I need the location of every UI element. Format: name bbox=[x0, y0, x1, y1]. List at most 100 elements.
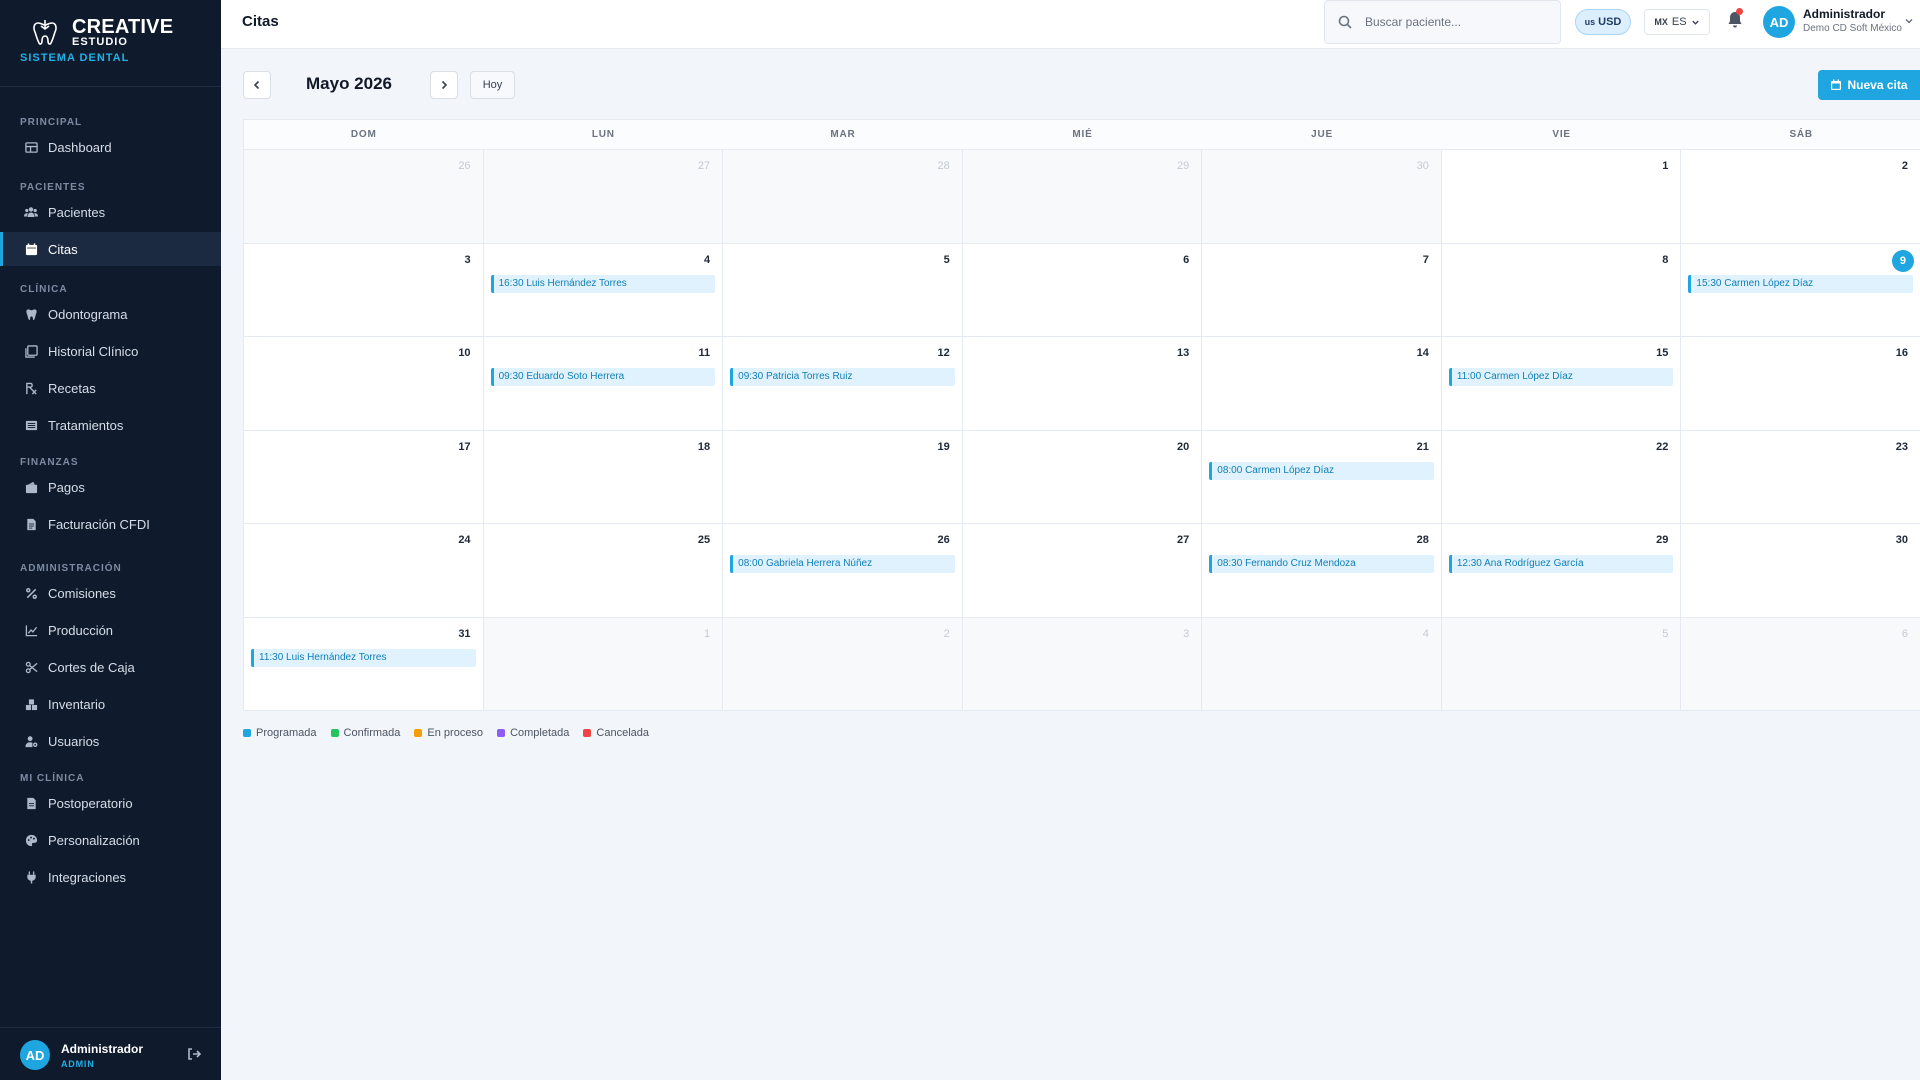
sidebar-footer: AD Administrador ADMIN bbox=[0, 1027, 221, 1080]
calendar-day-cell[interactable]: 29 bbox=[962, 150, 1203, 244]
appointment-event[interactable]: 11:00 Carmen López Díaz bbox=[1448, 368, 1674, 386]
header-user-name[interactable]: Administrador bbox=[1803, 7, 1885, 21]
sidebar-item-label: Odontograma bbox=[48, 306, 128, 322]
sidebar-item-pagos[interactable]: Pagos bbox=[0, 470, 221, 504]
calendar-day-cell[interactable]: 30 bbox=[1681, 524, 1920, 618]
appointment-event[interactable]: 08:00 Carmen López Díaz bbox=[1209, 461, 1434, 480]
sidebar-item-dashboard[interactable]: Dashboard bbox=[0, 130, 221, 164]
sidebar-item-integraciones[interactable]: Integraciones bbox=[0, 860, 221, 894]
calendar-day-cell[interactable]: 28 bbox=[723, 150, 963, 244]
sidebar-item-pacientes[interactable]: Pacientes bbox=[0, 195, 221, 229]
currency-toggle[interactable]: us USD bbox=[1575, 9, 1631, 35]
sidebar-item-producción[interactable]: Producción bbox=[0, 613, 221, 647]
avatar[interactable]: AD bbox=[20, 1040, 50, 1070]
calendar-day-cell[interactable]: 27 bbox=[483, 150, 724, 244]
calendar-day-cell[interactable]: 1 bbox=[1441, 150, 1682, 244]
calendar-day-cell[interactable]: 26 bbox=[244, 150, 484, 244]
users-icon bbox=[24, 205, 38, 219]
appointment-event[interactable]: 08:30 Fernando Cruz Mendoza bbox=[1209, 555, 1434, 573]
day-number: 6 bbox=[1183, 253, 1190, 266]
logout-icon[interactable] bbox=[186, 1046, 202, 1062]
user-menu-chevron-icon[interactable] bbox=[1904, 16, 1914, 26]
calendar-day-cell[interactable]: 18 bbox=[483, 430, 724, 524]
calendar-day-cell[interactable]: 10 bbox=[244, 337, 484, 431]
search-input[interactable] bbox=[1365, 12, 1545, 32]
calendar-day-cell[interactable]: 22 bbox=[1441, 430, 1682, 524]
prev-month-button[interactable] bbox=[243, 71, 271, 99]
calendar-day-cell[interactable]: 6 bbox=[1681, 617, 1920, 711]
calendar-day-cell[interactable]: 20 bbox=[962, 430, 1203, 524]
appointment-event[interactable]: 09:30 Patricia Torres Ruiz bbox=[730, 368, 955, 386]
calendar-day-cell[interactable]: 27 bbox=[962, 524, 1203, 618]
calendar-day-cell[interactable]: 14 bbox=[1202, 337, 1442, 431]
sidebar-item-label: Recetas bbox=[48, 380, 96, 396]
sidebar-item-postoperatorio[interactable]: Postoperatorio bbox=[0, 786, 221, 820]
day-number: 31 bbox=[458, 627, 471, 640]
currency-flag: us bbox=[1584, 17, 1596, 27]
day-number: 18 bbox=[697, 440, 711, 453]
calendar-day-cell[interactable]: 8 bbox=[1441, 243, 1682, 337]
calendar-day-cell[interactable]: 16 bbox=[1681, 337, 1920, 431]
nav-section-label: ADMINISTRACIÓN bbox=[20, 563, 122, 574]
calendar-day-cell[interactable]: 7 bbox=[1202, 243, 1442, 337]
today-day-number: 9 bbox=[1891, 249, 1914, 272]
calendar-day-cell[interactable]: 24 bbox=[244, 524, 484, 618]
calendar-day-cell[interactable]: 29 12:30 Ana Rodríguez García bbox=[1441, 524, 1682, 618]
calendar-day-cell[interactable]: 9 15:30 Carmen López Díaz bbox=[1681, 243, 1920, 337]
today-button[interactable]: Hoy bbox=[470, 71, 515, 99]
sidebar-item-comisiones[interactable]: Comisiones bbox=[0, 576, 221, 610]
day-number: 10 bbox=[458, 347, 471, 359]
sidebar-item-citas[interactable]: Citas bbox=[0, 232, 221, 266]
header-avatar[interactable]: AD bbox=[1763, 6, 1795, 38]
sidebar-item-usuarios[interactable]: Usuarios bbox=[0, 724, 221, 758]
notification-dot bbox=[1736, 8, 1743, 15]
sidebar-item-odontograma[interactable]: Odontograma bbox=[0, 297, 221, 331]
calendar-day-cell[interactable]: 31 11:30 Luis Hernández Torres bbox=[244, 617, 484, 711]
sidebar-item-label: Facturación CFDI bbox=[48, 516, 150, 532]
language-select[interactable]: MX ES bbox=[1644, 9, 1710, 35]
patient-search[interactable] bbox=[1324, 0, 1561, 44]
sidebar-item-recetas[interactable]: Recetas bbox=[0, 371, 221, 405]
appointment-event[interactable]: 15:30 Carmen López Díaz bbox=[1688, 274, 1913, 293]
calendar-day-cell[interactable]: 1 bbox=[483, 617, 724, 711]
appointment-event[interactable]: 11:30 Luis Hernández Torres bbox=[251, 648, 476, 667]
sidebar-item-inventario[interactable]: Inventario bbox=[0, 687, 221, 721]
calendar-day-cell[interactable]: 13 bbox=[962, 337, 1203, 431]
calendar-day-cell[interactable]: 26 08:00 Gabriela Herrera Núñez bbox=[723, 524, 963, 618]
calendar-day-cell[interactable]: 30 bbox=[1202, 150, 1442, 244]
calendar-day-cell[interactable]: 6 bbox=[962, 243, 1203, 337]
weekday-header: DOM LUN MAR MIÉ JUE VIE SÁB bbox=[244, 120, 1920, 150]
sidebar-item-personalización[interactable]: Personalización bbox=[0, 823, 221, 857]
header-org-name: Demo CD Soft México bbox=[1803, 23, 1902, 34]
appointment-event[interactable]: 16:30 Luis Hernández Torres bbox=[490, 274, 716, 293]
calendar-day-cell[interactable]: 25 bbox=[483, 524, 724, 618]
calendar-day-cell[interactable]: 4 16:30 Luis Hernández Torres bbox=[483, 243, 724, 337]
calendar-day-cell[interactable]: 5 bbox=[1441, 617, 1682, 711]
calendar-day-cell[interactable]: 4 bbox=[1202, 617, 1442, 711]
calendar-day-cell[interactable]: 12 09:30 Patricia Torres Ruiz bbox=[723, 337, 963, 431]
next-month-button[interactable] bbox=[430, 71, 458, 99]
new-appointment-label: Nueva cita bbox=[1847, 78, 1908, 92]
appointment-event[interactable]: 12:30 Ana Rodríguez García bbox=[1448, 555, 1674, 573]
calendar-day-cell[interactable]: 3 bbox=[244, 243, 484, 337]
appointment-event[interactable]: 08:00 Gabriela Herrera Núñez bbox=[730, 555, 955, 573]
new-appointment-button[interactable]: Nueva cita bbox=[1818, 70, 1920, 100]
calendar-day-cell[interactable]: 17 bbox=[244, 430, 484, 524]
calendar-day-cell[interactable]: 2 bbox=[723, 617, 963, 711]
appointment-event[interactable]: 09:30 Eduardo Soto Herrera bbox=[490, 368, 716, 386]
day-number: 5 bbox=[943, 253, 950, 266]
calendar-day-cell[interactable]: 2 bbox=[1681, 150, 1920, 244]
sidebar-item-cortes-de-caja[interactable]: Cortes de Caja bbox=[0, 650, 221, 684]
calendar-day-cell[interactable]: 28 08:30 Fernando Cruz Mendoza bbox=[1202, 524, 1442, 618]
calendar-day-cell[interactable]: 11 09:30 Eduardo Soto Herrera bbox=[483, 337, 724, 431]
sidebar-item-facturación-cfdi[interactable]: Facturación CFDI bbox=[0, 507, 221, 541]
calendar-day-cell[interactable]: 5 bbox=[723, 243, 963, 337]
weekday-label: MIÉ bbox=[1072, 129, 1093, 140]
calendar-day-cell[interactable]: 3 bbox=[962, 617, 1203, 711]
sidebar-item-tratamientos[interactable]: Tratamientos bbox=[0, 408, 221, 442]
calendar-day-cell[interactable]: 19 bbox=[723, 430, 963, 524]
calendar-day-cell[interactable]: 15 11:00 Carmen López Díaz bbox=[1441, 337, 1682, 431]
calendar-day-cell[interactable]: 21 08:00 Carmen López Díaz bbox=[1202, 430, 1442, 524]
calendar-day-cell[interactable]: 23 bbox=[1681, 430, 1920, 524]
sidebar-item-historial-clínico[interactable]: Historial Clínico bbox=[0, 334, 221, 368]
